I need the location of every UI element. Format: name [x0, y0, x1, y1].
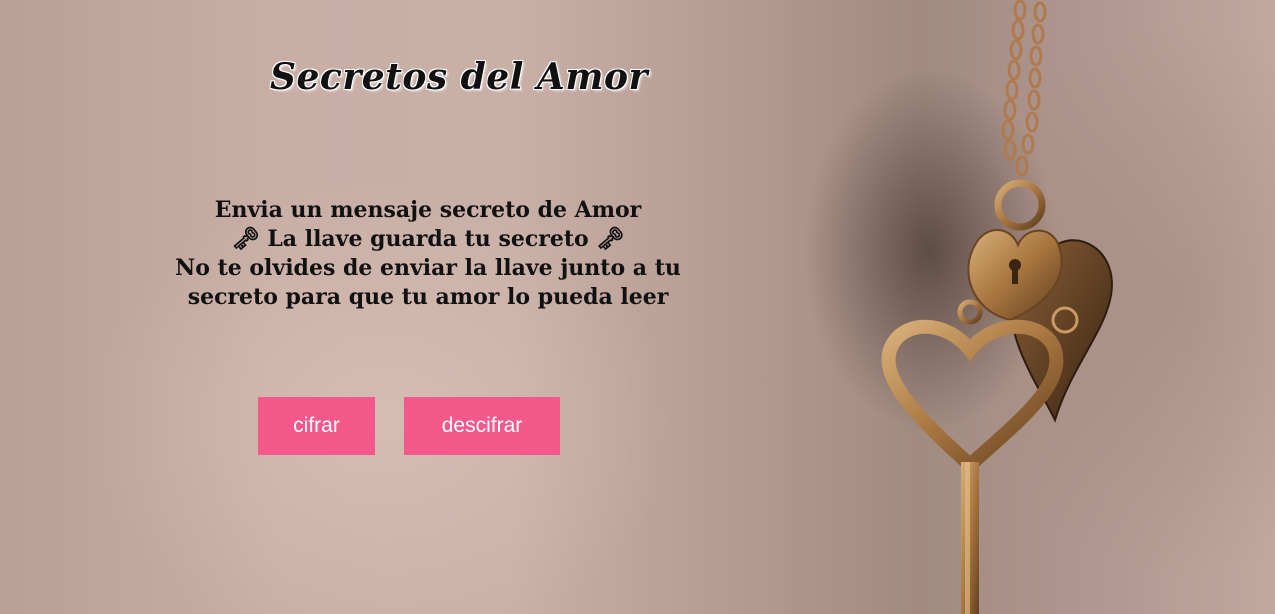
- intro-line-4: secreto para que tu amor lo pueda leer: [187, 284, 669, 310]
- intro-line-3: No te olvides de enviar la llave junto a…: [175, 255, 681, 281]
- intro-line-1: Envia un mensaje secreto de Amor: [214, 197, 642, 223]
- main-content: Secretos del Amor Envia un mensaje secre…: [0, 0, 860, 614]
- encrypt-button[interactable]: cifrar: [258, 397, 375, 455]
- intro-message: Envia un mensaje secreto de Amor 🗝 La ll…: [150, 196, 706, 312]
- page-title: Secretos del Amor: [270, 56, 648, 98]
- heart-key-necklace-icon: [881, 0, 1113, 614]
- decrypt-button[interactable]: descifrar: [404, 397, 560, 455]
- intro-line-2: 🗝 La llave guarda tu secreto 🗝: [231, 226, 625, 252]
